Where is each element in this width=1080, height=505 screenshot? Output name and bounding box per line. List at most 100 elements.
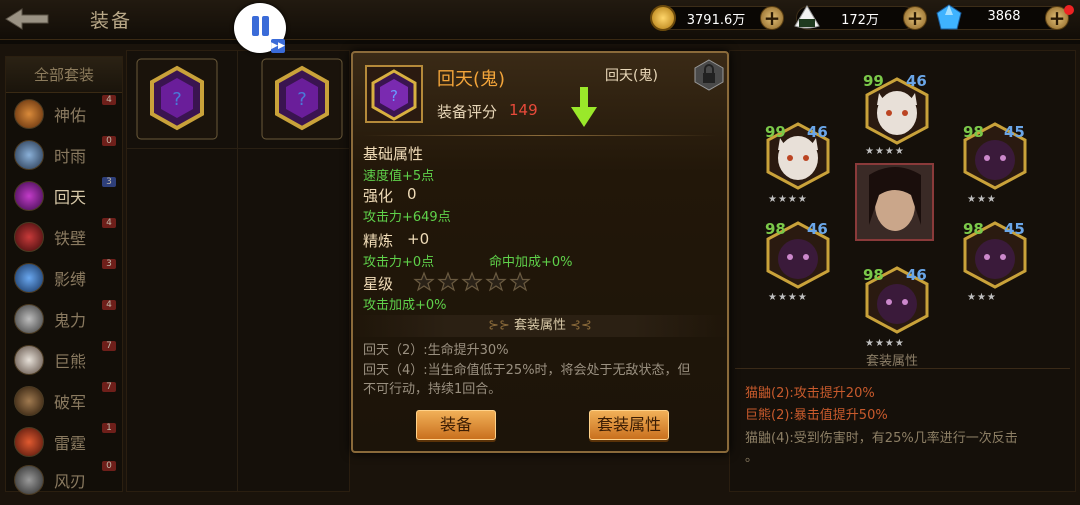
team-set-caption: 套装属性 xyxy=(866,354,919,369)
sidebar-item-fengren[interactable]: 风刃 0 xyxy=(10,461,126,495)
set-bonus-line: 回天（2）:生命提升30% xyxy=(363,343,509,358)
refine-stat-attack: 攻击力+0点 xyxy=(363,255,435,270)
sidebar-item-pojun[interactable]: 破军 7 xyxy=(10,382,126,420)
back-arrow-icon[interactable] xyxy=(4,7,50,31)
coin-amount: 3791.6万 xyxy=(686,13,746,28)
grid-divider xyxy=(127,148,349,149)
ring-icon xyxy=(14,386,44,416)
set-attr-button[interactable]: 套装属性 xyxy=(589,410,669,440)
add-rice-button[interactable]: + xyxy=(903,6,927,30)
set-sidebar: 全部套装 神佑 4 时雨 0 回天 3 铁壁 4 影缚 3 鬼力 4 巨熊 7 … xyxy=(5,56,126,495)
sidebar-item-shenyou[interactable]: 神佑 4 xyxy=(10,95,126,133)
enhance-title: 强化 xyxy=(363,187,394,205)
equipment-slot[interactable]: ? xyxy=(136,58,218,140)
set-attr-header: ⊱⊱ 套装属性 ⊰⊰ xyxy=(353,315,727,337)
sidebar-item-label: 铁壁 xyxy=(54,229,87,248)
crystal-amount: 3868 xyxy=(987,9,1021,24)
count-badge: 0 xyxy=(102,136,116,146)
hero-rank: 45 xyxy=(1004,220,1025,238)
coin-icon xyxy=(650,5,676,31)
team-bonus-line: 。 xyxy=(745,450,759,465)
hero-portrait-center[interactable] xyxy=(855,163,934,241)
sidebar-item-huitian[interactable]: 回天 3 xyxy=(10,177,126,215)
score-label: 装备评分 xyxy=(437,103,498,121)
sidebar-item-label: 破军 xyxy=(54,393,87,412)
sidebar-item-shiyu[interactable]: 时雨 0 xyxy=(10,136,126,174)
team-bonus-line: 猫鼬(4):受到伤害时，有25%几率进行一次反击 xyxy=(745,431,1018,446)
sidebar-item-label: 风刃 xyxy=(54,472,87,491)
sidebar-item-label: 鬼力 xyxy=(54,311,87,330)
equipment-slot[interactable]: ? xyxy=(261,58,343,140)
count-badge: 7 xyxy=(102,341,116,351)
drum-icon xyxy=(14,427,44,457)
horn-mask-icon xyxy=(14,140,44,170)
sidebar-item-label: 巨熊 xyxy=(54,352,87,371)
svg-text:?: ? xyxy=(172,89,182,110)
shield-mask-icon xyxy=(14,222,44,252)
down-arrow-icon xyxy=(569,85,599,129)
sidebar-item-guili[interactable]: 鬼力 4 xyxy=(10,300,126,338)
lock-icon[interactable] xyxy=(693,59,725,91)
team-bonus-line: 猫鼬(2):攻击提升20% xyxy=(745,386,875,401)
hero-rank: 45 xyxy=(1004,123,1025,141)
enhance-value: 0 xyxy=(407,185,417,203)
grid-divider xyxy=(237,51,238,491)
refine-stat-hit: 命中加成+0% xyxy=(489,255,573,270)
divider xyxy=(735,368,1070,369)
equipment-grid: ? ? xyxy=(126,50,350,492)
count-badge: 4 xyxy=(102,218,116,228)
sidebar-item-juxiong[interactable]: 巨熊 7 xyxy=(10,341,126,379)
feather-icon xyxy=(14,99,44,129)
ornament-icon: ⊰⊰ xyxy=(566,318,592,333)
hero-rank: 46 xyxy=(906,266,927,284)
add-coin-button[interactable]: + xyxy=(760,6,784,30)
sidebar-item-label: 回天 xyxy=(54,188,87,207)
sidebar-item-tiebi[interactable]: 铁壁 4 xyxy=(10,218,126,256)
rice-amount: 172万 xyxy=(841,13,879,28)
notification-dot xyxy=(1064,5,1074,15)
star-stat: 攻击加成+0% xyxy=(363,298,447,313)
count-badge: 1 xyxy=(102,423,116,433)
equipment-detail-popup: ? 回天(鬼) 回天(鬼) 装备评分 149 基础属性 速度值+5点 强化 0 … xyxy=(351,51,729,453)
equipment-type: 回天(鬼) xyxy=(605,68,658,84)
oni-mask-icon xyxy=(14,304,44,334)
hero-stars: ★★★ xyxy=(967,292,997,303)
fast-forward-icon[interactable]: ▶▶ xyxy=(271,39,285,53)
hero-rank: 46 xyxy=(807,220,828,238)
hero-stars: ★★★★ xyxy=(768,194,808,205)
sidebar-item-label: 时雨 xyxy=(54,147,87,166)
count-badge: 0 xyxy=(102,461,116,471)
ornament-icon: ⊱⊱ xyxy=(488,318,514,333)
count-badge: 3 xyxy=(102,177,116,187)
count-badge: 4 xyxy=(102,300,116,310)
bear-mask-icon xyxy=(14,345,44,375)
wind-blade-icon xyxy=(14,465,44,495)
hero-stars: ★★★★ xyxy=(768,292,808,303)
page-title: 装备 xyxy=(90,10,133,32)
crystal-icon xyxy=(935,3,963,31)
set-bonus-line: 回天（4）:当生命值低于25%时，将会处于无敌状态，但 xyxy=(363,363,691,378)
svg-text:?: ? xyxy=(390,87,398,105)
count-badge: 7 xyxy=(102,382,116,392)
sidebar-item-label: 神佑 xyxy=(54,106,87,125)
divider xyxy=(363,135,717,136)
sidebar-item-all[interactable]: 全部套装 xyxy=(6,57,122,93)
sidebar-item-label: 影缚 xyxy=(54,270,87,289)
count-badge: 3 xyxy=(102,259,116,269)
equip-button[interactable]: 装备 xyxy=(416,410,496,440)
hero-stars: ★★★★ xyxy=(865,146,905,157)
set-bonus-line: 不可行动，持续1回合。 xyxy=(363,382,502,397)
equipment-icon: ? xyxy=(365,65,423,123)
sidebar-item-label: 雷霆 xyxy=(54,434,87,453)
hero-level: 98 xyxy=(863,266,884,284)
base-stat: 速度值+5点 xyxy=(363,169,435,184)
pause-button[interactable]: ▶▶ xyxy=(234,3,286,53)
svg-text:?: ? xyxy=(297,89,307,110)
refine-title: 精炼 xyxy=(363,232,394,250)
set-header-text: 套装属性 xyxy=(513,318,566,333)
sidebar-item-yingfu[interactable]: 影缚 3 xyxy=(10,259,126,297)
score-value: 149 xyxy=(509,101,538,119)
rice-ball-icon xyxy=(793,4,821,30)
top-bar: 装备 3791.6万 + 172万 + 3868 + xyxy=(0,0,1080,40)
sidebar-item-leiting[interactable]: 雷霆 1 xyxy=(10,423,126,461)
